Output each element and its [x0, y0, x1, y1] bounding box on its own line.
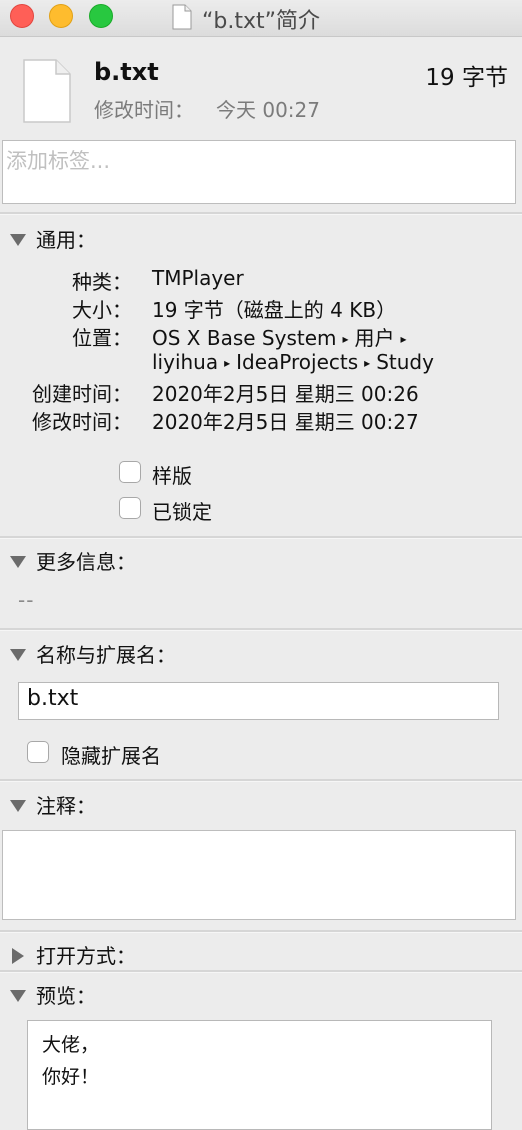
- hide-extension-checkbox[interactable]: [27, 741, 49, 763]
- zoom-button[interactable]: [89, 4, 113, 28]
- disclosure-triangle-down-icon: [10, 233, 26, 246]
- where-path-line1: OS X Base System ▸ 用户 ▸: [152, 322, 413, 351]
- more-info-value: --: [18, 588, 35, 612]
- window-title: “b.txt”简介: [202, 9, 321, 34]
- kind-value: TMPlayer: [152, 266, 244, 290]
- size-value: 19 字节（磁盘上的 4 KB）: [152, 298, 397, 322]
- where-path-line2: liyihua ▸ IdeaProjects ▸ Study: [152, 350, 434, 374]
- section-preview-heading: 预览：: [36, 984, 96, 1008]
- section-general-toggle[interactable]: 通用：: [10, 224, 96, 252]
- modified-detail-label: 修改时间：: [32, 410, 132, 434]
- section-more-info-heading: 更多信息：: [36, 550, 136, 574]
- file-name: b.txt: [94, 58, 159, 86]
- comments-field[interactable]: [2, 830, 516, 920]
- section-open-with-toggle[interactable]: 打开方式：: [10, 940, 136, 968]
- disclosure-triangle-down-icon: [10, 799, 26, 812]
- path-segment: liyihua: [152, 350, 219, 374]
- disclosure-triangle-down-icon: [10, 989, 26, 1002]
- divider: [0, 628, 522, 631]
- modified-value: 今天 00:27: [216, 98, 320, 122]
- section-preview-toggle[interactable]: 预览：: [10, 980, 96, 1008]
- created-label: 创建时间：: [32, 382, 132, 406]
- path-arrow-icon: ▸: [342, 332, 349, 346]
- preview-text-line: 大佬，: [42, 1034, 100, 1056]
- section-comments-heading: 注释：: [36, 794, 96, 818]
- disclosure-triangle-down-icon: [10, 648, 26, 661]
- file-icon: [23, 59, 71, 123]
- locked-checkbox[interactable]: [119, 497, 141, 519]
- minimize-button[interactable]: [49, 4, 73, 28]
- size-label: 大小：: [72, 298, 132, 322]
- document-icon: [172, 4, 192, 30]
- tags-field[interactable]: 添加标签...: [2, 140, 516, 204]
- path-arrow-icon: ▸: [224, 356, 231, 370]
- tags-placeholder: 添加标签...: [6, 149, 111, 173]
- path-segment: IdeaProjects: [236, 350, 359, 374]
- title-bar: “b.txt”简介: [0, 0, 522, 37]
- section-name-ext-heading: 名称与扩展名：: [36, 643, 176, 667]
- section-open-with-heading: 打开方式：: [36, 944, 136, 968]
- path-arrow-icon: ▸: [400, 332, 407, 346]
- section-name-ext-toggle[interactable]: 名称与扩展名：: [10, 639, 176, 667]
- file-size: 19 字节: [425, 65, 508, 91]
- disclosure-triangle-right-icon: [12, 947, 24, 964]
- disclosure-triangle-down-icon: [10, 555, 26, 568]
- modified-detail-value: 2020年2月5日 星期三 00:27: [152, 410, 419, 434]
- divider: [0, 779, 522, 782]
- stationery-label: 样版: [152, 464, 192, 488]
- close-button[interactable]: [10, 4, 34, 28]
- where-label: 位置：: [72, 326, 132, 350]
- path-segment: OS X Base System: [152, 326, 337, 350]
- preview-text-line: 你好！: [42, 1066, 100, 1088]
- stationery-checkbox[interactable]: [119, 461, 141, 483]
- path-segment: Study: [376, 350, 434, 374]
- section-comments-toggle[interactable]: 注释：: [10, 790, 96, 818]
- preview-pane[interactable]: 大佬， 你好！: [27, 1020, 492, 1130]
- section-more-info-toggle[interactable]: 更多信息：: [10, 546, 136, 574]
- section-general-heading: 通用：: [36, 228, 96, 252]
- hide-extension-label: 隐藏扩展名: [61, 744, 161, 768]
- path-segment: 用户: [354, 326, 395, 350]
- created-value: 2020年2月5日 星期三 00:26: [152, 382, 419, 406]
- kind-label: 种类：: [72, 270, 132, 294]
- divider: [0, 930, 522, 933]
- divider: [0, 536, 522, 539]
- divider: [0, 212, 522, 215]
- modified-line: 修改时间： 今天 00:27: [94, 94, 320, 123]
- divider: [0, 970, 522, 973]
- locked-label: 已锁定: [152, 500, 212, 524]
- path-arrow-icon: ▸: [364, 356, 371, 370]
- modified-label: 修改时间：: [94, 98, 194, 122]
- name-extension-input[interactable]: b.txt: [18, 682, 499, 720]
